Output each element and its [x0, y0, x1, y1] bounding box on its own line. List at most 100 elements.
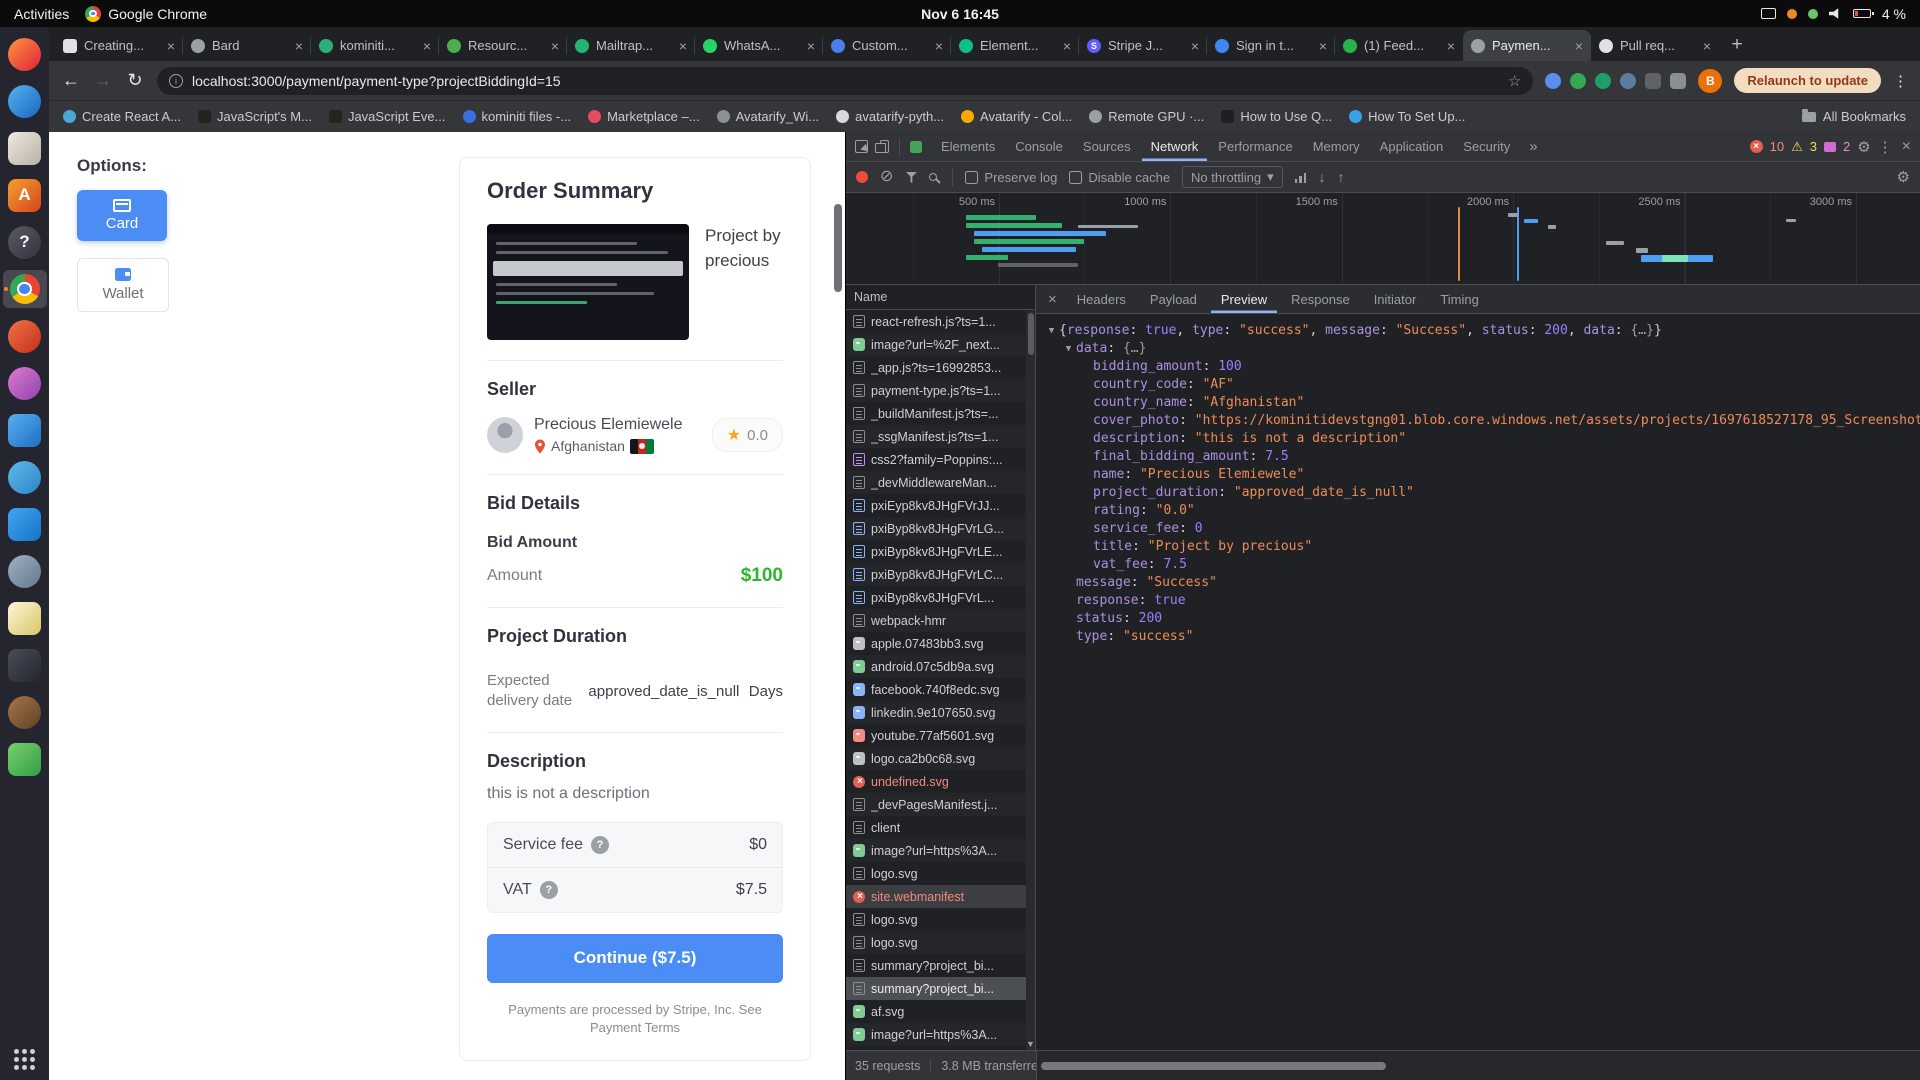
devtools-tab-memory[interactable]: Memory — [1304, 132, 1369, 161]
devtools-tab-sources[interactable]: Sources — [1074, 132, 1140, 161]
bookmark-item[interactable]: Remote GPU ·... — [1089, 109, 1204, 124]
devtools-tab-elements[interactable]: Elements — [932, 132, 1004, 161]
network-request-row[interactable]: react-refresh.js?ts=1... — [846, 310, 1035, 333]
network-request-row[interactable]: payment-type.js?ts=1... — [846, 379, 1035, 402]
network-request-row[interactable]: pxiByp8kv8JHgFVrLE... — [846, 540, 1035, 563]
shield-extension-icon[interactable] — [1620, 73, 1636, 89]
tab-close-icon[interactable]: × — [1703, 39, 1711, 53]
devtools-tab-application[interactable]: Application — [1371, 132, 1453, 161]
network-request-row[interactable]: pxiByp8kv8JHgFVrLG... — [846, 517, 1035, 540]
tab-close-icon[interactable]: × — [1447, 39, 1455, 53]
network-timeline[interactable]: 500 ms1000 ms1500 ms2000 ms2500 ms3000 m… — [846, 193, 1920, 285]
dock-item-green-app[interactable] — [3, 740, 47, 778]
browser-tab[interactable]: Resourc...× — [439, 30, 567, 61]
tab-close-icon[interactable]: × — [551, 39, 559, 53]
browser-tab[interactable]: Sign in t...× — [1207, 30, 1335, 61]
bookmark-item[interactable]: JavaScript Eve... — [329, 109, 446, 124]
devtools-settings-icon[interactable]: ⚙ — [1857, 138, 1870, 156]
detail-tab-timing[interactable]: Timing — [1430, 285, 1489, 313]
app-grid-button[interactable] — [14, 1049, 35, 1070]
address-bar[interactable]: i localhost:3000/payment/payment-type?pr… — [157, 67, 1533, 95]
search-icon[interactable] — [929, 173, 937, 181]
network-request-row[interactable]: youtube.77af5601.svg — [846, 724, 1035, 747]
warnings-badge-icon[interactable]: ⚠ — [1791, 139, 1803, 155]
json-line[interactable]: description: "this is not a description" — [1036, 430, 1920, 448]
devtools-tab-security[interactable]: Security — [1454, 132, 1519, 161]
network-request-row[interactable]: client — [846, 816, 1035, 839]
wallet-payment-button[interactable]: Wallet — [77, 258, 169, 312]
bookmark-item[interactable]: kominiti files -... — [463, 109, 572, 124]
request-list-scrollbar[interactable]: ▼ — [1026, 311, 1035, 1050]
bookmark-item[interactable]: How to Use Q... — [1221, 109, 1332, 124]
dock-item-text-editor[interactable] — [3, 599, 47, 637]
tab-close-icon[interactable]: × — [1319, 39, 1327, 53]
browser-tab[interactable]: Pull req...× — [1591, 30, 1719, 61]
help-icon[interactable]: ? — [591, 836, 609, 854]
browser-tab[interactable]: Element...× — [951, 30, 1079, 61]
throttling-dropdown[interactable]: No throttling ▾ — [1182, 166, 1283, 188]
site-info-icon[interactable]: i — [169, 74, 183, 88]
network-settings-icon[interactable]: ⚙ — [1897, 168, 1910, 186]
activities-button[interactable]: Activities — [14, 6, 69, 22]
devtools-extension-icon[interactable] — [910, 141, 922, 153]
network-request-row[interactable]: pxiByp8kv8JHgFVrLC... — [846, 563, 1035, 586]
page-scrollbar[interactable] — [834, 204, 842, 292]
browser-menu-icon[interactable]: ⋮ — [1893, 72, 1908, 90]
network-request-row[interactable]: summary?project_bi... — [846, 954, 1035, 977]
dock-item-telegram[interactable] — [3, 458, 47, 496]
puzzle-extensions-icon[interactable] — [1645, 73, 1661, 89]
active-app-name[interactable]: Google Chrome — [108, 6, 207, 22]
json-line[interactable]: type: "success" — [1036, 628, 1920, 646]
devtools-tab-network[interactable]: Network — [1142, 132, 1208, 161]
browser-tab[interactable]: WhatsA...× — [695, 30, 823, 61]
json-line[interactable]: status: 200 — [1036, 610, 1920, 628]
browser-tab[interactable]: (1) Feed...× — [1335, 30, 1463, 61]
network-request-row[interactable]: apple.07483bb3.svg — [846, 632, 1035, 655]
dock-item-chrome[interactable] — [3, 270, 47, 308]
network-request-row[interactable]: pxiEyp8kv8JHgFVrJJ... — [846, 494, 1035, 517]
network-request-row[interactable]: logo.svg — [846, 931, 1035, 954]
devtools-close-icon[interactable]: × — [1902, 138, 1911, 156]
network-request-row[interactable]: site.webmanifest — [846, 885, 1035, 908]
device-toolbar-icon[interactable] — [880, 140, 889, 153]
detail-tab-initiator[interactable]: Initiator — [1364, 285, 1427, 313]
dock-item-gimp-tools[interactable] — [3, 693, 47, 731]
scroll-down-icon[interactable]: ▼ — [1026, 1039, 1035, 1049]
network-request-row[interactable]: _devMiddlewareMan... — [846, 471, 1035, 494]
side-panel-icon[interactable] — [1670, 73, 1686, 89]
system-tray[interactable]: 4 % — [1761, 6, 1906, 22]
issues-icon[interactable] — [1824, 142, 1836, 152]
help-icon[interactable]: ? — [540, 881, 558, 899]
json-line[interactable]: bidding_amount: 100 — [1036, 358, 1920, 376]
network-request-row[interactable]: _ssgManifest.js?ts=1... — [846, 425, 1035, 448]
expand-arrow-icon[interactable]: ▼ — [1044, 322, 1059, 340]
detail-tab-payload[interactable]: Payload — [1140, 285, 1207, 313]
json-line[interactable]: response: true — [1036, 592, 1920, 610]
import-har-icon[interactable]: ↓ — [1318, 169, 1325, 185]
json-line[interactable]: ▼{response: true, type: "success", messa… — [1036, 322, 1920, 340]
detail-tab-response[interactable]: Response — [1281, 285, 1360, 313]
tab-close-icon[interactable]: × — [423, 39, 431, 53]
browser-tab[interactable]: Paymen...× — [1463, 30, 1591, 61]
tab-close-icon[interactable]: × — [1575, 39, 1583, 53]
detail-tab-headers[interactable]: Headers — [1067, 285, 1136, 313]
new-tab-button[interactable]: + — [1723, 31, 1751, 59]
browser-tab[interactable]: Mailtrap...× — [567, 30, 695, 61]
extension-blue-icon[interactable] — [1545, 73, 1561, 89]
json-line[interactable]: vat_fee: 7.5 — [1036, 556, 1920, 574]
network-request-row[interactable]: undefined.svg — [846, 770, 1035, 793]
bookmark-item[interactable]: Create React A... — [63, 109, 181, 124]
browser-tab[interactable]: kominiti...× — [311, 30, 439, 61]
dock-item-settings[interactable] — [3, 552, 47, 590]
card-payment-button[interactable]: Card — [77, 190, 167, 241]
network-request-row[interactable]: image?url=%2F_next... — [846, 333, 1035, 356]
bookmark-item[interactable]: Marketplace –... — [588, 109, 700, 124]
json-line[interactable]: project_duration: "approved_date_is_null… — [1036, 484, 1920, 502]
tab-close-icon[interactable]: × — [679, 39, 687, 53]
dock-item-vscode[interactable] — [3, 505, 47, 543]
network-request-row[interactable]: image?url=https%3A... — [846, 839, 1035, 862]
extension-green-icon[interactable] — [1570, 73, 1586, 89]
network-request-row[interactable]: linkedin.9e107650.svg — [846, 701, 1035, 724]
bookmark-item[interactable]: avatarify-pyth... — [836, 109, 944, 124]
dock-item-gimp[interactable] — [3, 364, 47, 402]
